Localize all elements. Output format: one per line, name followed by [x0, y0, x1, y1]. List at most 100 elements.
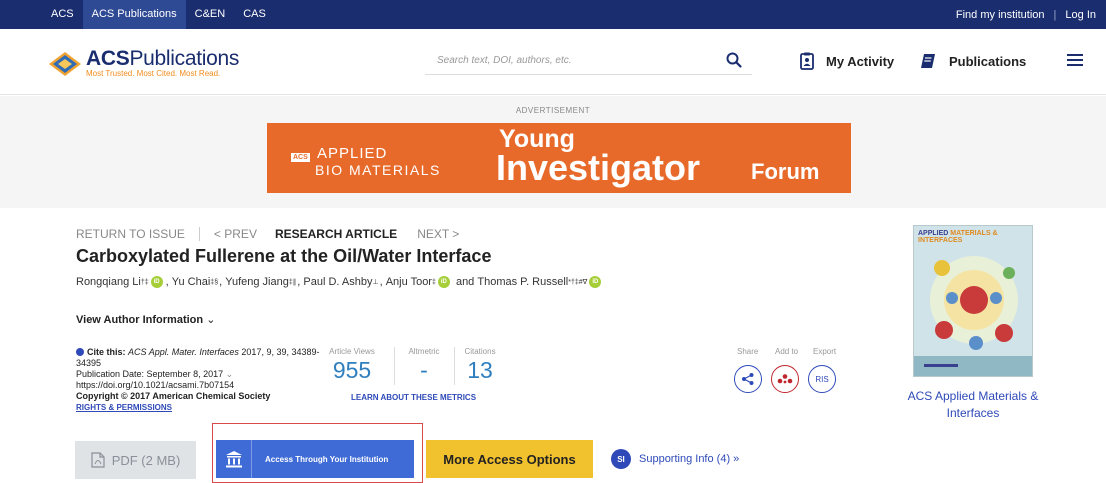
pdf-button-label: PDF (2 MB)	[111, 452, 181, 468]
chevron-down-icon[interactable]: ⌄	[226, 369, 234, 379]
author-name[interactable]: Yufeng Jiang	[225, 276, 289, 288]
cite-icon	[76, 348, 84, 356]
altmetric-label: Altmetric	[408, 347, 440, 356]
my-activity-label: My Activity	[826, 53, 895, 69]
author-affiliation-marks: ‡§	[210, 278, 219, 286]
view-author-information-label: View Author Information	[76, 314, 204, 326]
add-to-label: Add to	[775, 347, 799, 356]
top-link-acs[interactable]: ACS	[42, 0, 83, 29]
site-header: ACSPublications Most Trusted. Most Cited…	[0, 29, 1106, 95]
logo-brand: ACSPublications	[86, 47, 240, 70]
more-access-options-button[interactable]: More Access Options	[426, 440, 593, 478]
author-affiliation-marks: ‡	[431, 278, 436, 286]
view-author-information-toggle[interactable]: View Author Information ⌄	[76, 313, 215, 326]
citations-value: 13	[467, 357, 493, 383]
author-affiliation-marks: †‡	[140, 278, 149, 286]
author-list: Rongqiang Li †‡ iD, Yu Chai ‡§, Yufeng Jian…	[76, 276, 604, 288]
export-ris-button[interactable]: RIS	[808, 365, 836, 393]
access-through-institution-button[interactable]: Access Through Your Institution	[216, 440, 414, 478]
author-affiliation-marks: ‡∥	[288, 279, 297, 286]
logo-brand-rest: Publications	[129, 47, 240, 70]
banner-acs-mark: ACS	[291, 153, 310, 162]
publications-button[interactable]: Publications	[919, 49, 1026, 73]
acs-diamond-logo-icon	[49, 52, 81, 76]
article-navigation: RETURN TO ISSUE < PREV RESEARCH ARTICLE …	[76, 227, 459, 241]
share-button[interactable]	[734, 365, 762, 393]
logo-tagline: Most Trusted. Most Cited. Most Read.	[86, 69, 221, 78]
publications-label: Publications	[949, 53, 1027, 69]
banner-forum-text: Forum	[751, 159, 820, 184]
mendeley-icon	[777, 374, 793, 384]
journal-name-link[interactable]: ACS Applied Materials & Interfaces	[888, 388, 1058, 422]
author-name[interactable]: Anju Toor	[386, 276, 432, 288]
citation-block: Cite this: ACS Appl. Mater. Interfaces 2…	[76, 347, 336, 413]
rights-permissions-link[interactable]: RIGHTS & PERMISSIONS	[76, 402, 336, 413]
orcid-icon[interactable]: iD	[150, 276, 163, 288]
hamburger-menu-icon[interactable]	[1067, 54, 1083, 68]
metrics-divider	[454, 347, 455, 385]
institution-icon-wrap	[216, 440, 252, 478]
top-link-cas[interactable]: CAS	[234, 0, 275, 29]
pdf-file-icon	[91, 452, 105, 468]
acs-publications-logo[interactable]: ACSPublications Most Trusted. Most Cited…	[48, 47, 240, 79]
top-link-cen[interactable]: C&EN	[186, 0, 235, 29]
publication-date: Publication Date: September 8, 2017	[76, 369, 224, 379]
pdf-download-button[interactable]: PDF (2 MB)	[75, 441, 196, 479]
search-input[interactable]	[425, 47, 705, 73]
copyright-text: Copyright © 2017 American Chemical Socie…	[76, 391, 271, 401]
cite-label: Cite this:	[87, 347, 126, 357]
learn-about-metrics-link[interactable]: LEARN ABOUT THESE METRICS	[351, 393, 476, 402]
nav-divider	[198, 227, 200, 241]
login-link[interactable]: Log In	[1065, 9, 1096, 21]
article-views-metric: Article Views 955	[320, 347, 384, 384]
citations-label: Citations	[464, 347, 496, 356]
author-name[interactable]: Paul D. Ashby	[303, 276, 372, 288]
search-icon[interactable]	[726, 52, 742, 68]
article-type-label: RESEARCH ARTICLE	[274, 227, 398, 241]
next-article-link[interactable]: NEXT >	[417, 227, 459, 241]
clipboard-person-icon	[800, 52, 814, 70]
citations-metric[interactable]: Citations 13	[460, 347, 500, 384]
cover-title-a: APPLIED	[918, 230, 949, 237]
search-box	[425, 47, 752, 75]
add-to-mendeley-button[interactable]	[771, 365, 799, 393]
supporting-info-icon: SI	[611, 449, 631, 469]
doi-link[interactable]: https://doi.org/10.1021/acsami.7b07154	[76, 380, 336, 391]
share-label: Share	[737, 347, 759, 356]
share-icon	[742, 373, 754, 385]
article-title: Carboxylated Fullerene at the Oil/Water …	[76, 246, 492, 266]
banner-applied-text: APPLIED	[317, 145, 388, 162]
institution-button-label: Access Through Your Institution	[265, 454, 389, 464]
article-views-value: 955	[332, 357, 372, 383]
top-link-acs-publications[interactable]: ACS Publications	[82, 0, 186, 29]
orcid-icon[interactable]: iD	[437, 276, 450, 288]
book-icon	[921, 54, 935, 68]
banner-bio-materials-text: BIO MATERIALS	[315, 162, 441, 178]
author-name[interactable]: Yu Chai	[172, 276, 211, 288]
metrics-divider	[394, 347, 395, 385]
prev-article-link[interactable]: < PREV	[214, 227, 257, 241]
author-name[interactable]: Thomas P. Russell	[477, 276, 568, 288]
top-separator: |	[1053, 8, 1057, 21]
my-activity-button[interactable]: My Activity	[800, 49, 894, 73]
altmetric-metric[interactable]: Altmetric -	[400, 347, 448, 384]
institution-building-icon	[225, 451, 242, 468]
supporting-info-link[interactable]: SI Supporting Info (4) »	[611, 449, 739, 469]
cite-journal: ACS Appl. Mater. Interfaces	[128, 347, 239, 357]
advertisement-label: ADVERTISEMENT	[515, 106, 591, 115]
article-views-label: Article Views	[329, 347, 375, 356]
return-to-issue-link[interactable]: RETURN TO ISSUE	[76, 227, 185, 241]
altmetric-value: -	[420, 357, 428, 383]
advertisement-area: ADVERTISEMENT ACS APPLIED BIO MATERIALS …	[0, 96, 1106, 208]
chevron-down-icon: ⌄	[206, 314, 216, 326]
advertisement-banner[interactable]: ACS APPLIED BIO MATERIALS Young Investig…	[267, 123, 851, 193]
author-name[interactable]: Rongqiang Li	[76, 276, 141, 288]
ris-label: RIS	[815, 374, 829, 384]
author-affiliation-marks: *†‡#∇	[568, 279, 588, 286]
author-separator: and	[452, 276, 478, 288]
find-institution-link[interactable]: Find my institution	[956, 9, 1045, 21]
orcid-icon[interactable]: iD	[589, 276, 602, 288]
banner-investigator-text: Investigator	[496, 147, 701, 188]
export-label: Export	[813, 347, 837, 356]
journal-cover-image[interactable]: APPLIED MATERIALS & INTERFACES	[913, 225, 1033, 377]
